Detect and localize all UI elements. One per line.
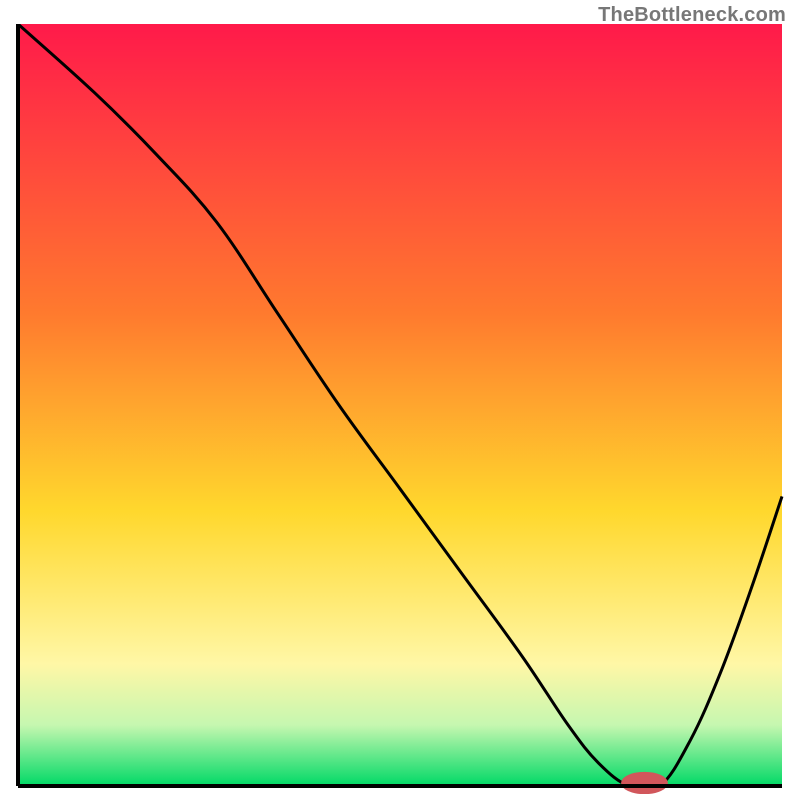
plot-area [10,24,790,794]
chart-container: TheBottleneck.com [0,0,800,800]
gradient-background [18,24,782,786]
chart-svg [10,24,790,794]
sweet-spot-marker [622,772,668,793]
